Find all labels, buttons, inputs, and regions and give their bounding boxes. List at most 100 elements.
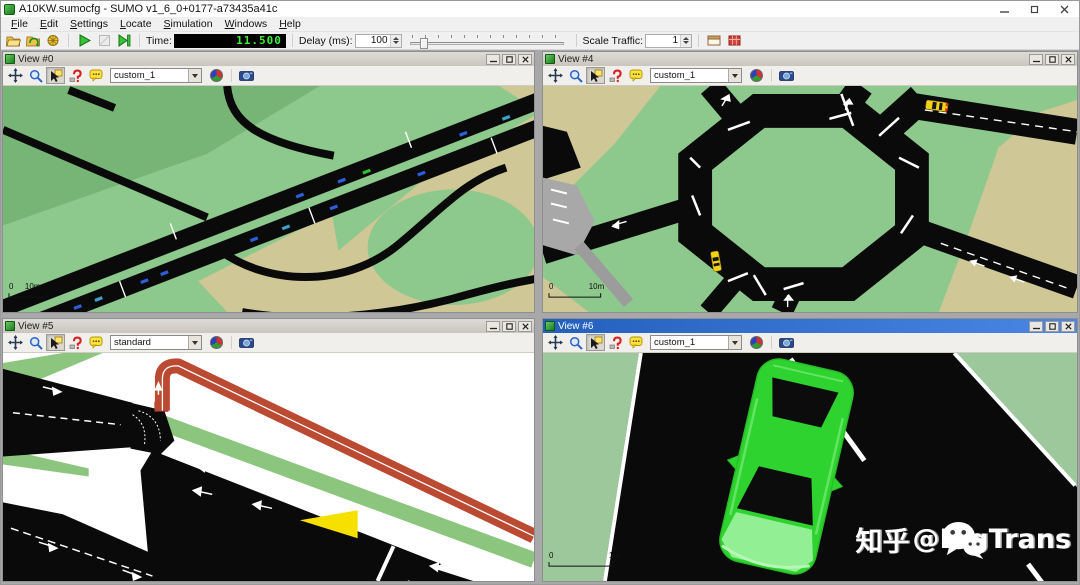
view-close-button[interactable] (1061, 54, 1075, 65)
select-pointer-icon[interactable] (46, 334, 65, 351)
snapshot-camera-icon[interactable] (237, 334, 256, 351)
toolbar-separator (68, 34, 69, 47)
view0-titlebar[interactable]: View #0 (3, 52, 534, 66)
scale-traffic-value: 1 (646, 35, 680, 47)
scheme-value: standard (111, 337, 188, 348)
recenter-view-icon[interactable] (6, 334, 25, 351)
chevron-down-icon[interactable] (728, 336, 741, 349)
step-icon[interactable] (115, 33, 133, 49)
menu-settings[interactable]: Settings (64, 18, 114, 30)
chevron-down-icon[interactable] (188, 336, 201, 349)
menu-bar: File Edit Settings Locate Simulation Win… (1, 17, 1079, 32)
view4-titlebar[interactable]: View #4 (543, 52, 1077, 66)
select-pointer-icon[interactable] (46, 67, 65, 84)
menu-windows[interactable]: Windows (219, 18, 274, 30)
zoom-icon[interactable] (566, 334, 585, 351)
color-scheme-wheel-icon[interactable] (747, 334, 766, 351)
spin-up-icon[interactable] (393, 37, 399, 40)
select-pointer-icon[interactable] (586, 67, 605, 84)
view-close-button[interactable] (518, 321, 532, 332)
view-minimize-button[interactable] (486, 54, 500, 65)
view-maximize-button[interactable] (1045, 54, 1059, 65)
snapshot-camera-icon[interactable] (777, 334, 796, 351)
open-network-icon[interactable] (44, 33, 62, 49)
zoom-icon[interactable] (566, 67, 585, 84)
menu-help[interactable]: Help (273, 18, 307, 30)
view-maximize-button[interactable] (502, 54, 516, 65)
menu-locate[interactable]: Locate (114, 18, 158, 30)
roundabout-scene: 0 10m (543, 86, 1077, 312)
close-views-icon[interactable] (725, 33, 743, 49)
locate-icon[interactable] (66, 334, 85, 351)
scale-spin-buttons[interactable] (680, 35, 691, 47)
spin-down-icon[interactable] (683, 41, 689, 44)
recenter-view-icon[interactable] (546, 67, 565, 84)
menu-simulation[interactable]: Simulation (158, 18, 219, 30)
view5-titlebar[interactable]: View #5 (3, 319, 534, 333)
view-close-button[interactable] (518, 54, 532, 65)
tooltip-icon[interactable] (626, 67, 645, 84)
select-pointer-icon[interactable] (586, 334, 605, 351)
tooltip-icon[interactable] (626, 334, 645, 351)
view-window-6: View #6 custom_1 (542, 318, 1078, 582)
view-minimize-button[interactable] (1029, 54, 1043, 65)
view6-titlebar[interactable]: View #6 (543, 319, 1077, 333)
tooltip-icon[interactable] (86, 67, 105, 84)
svg-text:10m: 10m (589, 282, 605, 291)
recenter-view-icon[interactable] (6, 67, 25, 84)
stop-icon[interactable] (95, 33, 113, 49)
scale-traffic-spinbox[interactable]: 1 (645, 34, 692, 48)
color-scheme-wheel-icon[interactable] (207, 67, 226, 84)
chevron-down-icon[interactable] (188, 69, 201, 82)
view0-canvas[interactable]: 0 10m (3, 86, 534, 312)
locate-icon[interactable] (606, 67, 625, 84)
slider-thumb[interactable] (420, 38, 428, 49)
snapshot-camera-icon[interactable] (777, 67, 796, 84)
slider-groove (410, 42, 564, 45)
scheme-select[interactable]: custom_1 (650, 68, 742, 83)
view-minimize-button[interactable] (486, 321, 500, 332)
view4-title: View #4 (558, 54, 593, 65)
snapshot-camera-icon[interactable] (237, 67, 256, 84)
view6-title: View #6 (558, 321, 593, 332)
svg-text:10m: 10m (25, 282, 41, 291)
locate-icon[interactable] (66, 67, 85, 84)
recenter-view-icon[interactable] (546, 334, 565, 351)
zoom-icon[interactable] (26, 67, 45, 84)
zoom-icon[interactable] (26, 334, 45, 351)
run-icon[interactable] (75, 33, 93, 49)
delay-spin-buttons[interactable] (390, 35, 401, 47)
spin-down-icon[interactable] (393, 41, 399, 44)
delay-spinbox[interactable]: 100 (355, 34, 402, 48)
tooltip-icon[interactable] (86, 334, 105, 351)
color-scheme-wheel-icon[interactable] (207, 334, 226, 351)
scheme-select[interactable]: standard (110, 335, 202, 350)
view4-canvas[interactable]: 0 10m (543, 86, 1077, 312)
chevron-down-icon[interactable] (728, 69, 741, 82)
scheme-select[interactable]: custom_1 (650, 335, 742, 350)
scheme-value: custom_1 (111, 70, 188, 81)
window-titlebar[interactable]: A10KW.sumocfg - SUMO v1_6_0+0177-a73435a… (1, 1, 1079, 17)
minimize-button[interactable] (989, 1, 1019, 17)
restore-button[interactable] (1019, 1, 1049, 17)
new-view-icon[interactable] (705, 33, 723, 49)
menu-file[interactable]: File (5, 18, 34, 30)
scheme-select[interactable]: custom_1 (110, 68, 202, 83)
reload-network-icon[interactable] (24, 33, 42, 49)
time-display: 11.500 (174, 34, 286, 48)
delay-value: 100 (356, 35, 390, 47)
locate-icon[interactable] (606, 334, 625, 351)
view-close-button[interactable] (1061, 321, 1075, 332)
view-minimize-button[interactable] (1029, 321, 1043, 332)
view-app-icon (5, 54, 15, 64)
view-maximize-button[interactable] (502, 321, 516, 332)
delay-slider[interactable] (408, 34, 566, 48)
menu-edit[interactable]: Edit (34, 18, 64, 30)
close-button[interactable] (1049, 1, 1079, 17)
view5-canvas[interactable] (3, 353, 534, 581)
view-maximize-button[interactable] (1045, 321, 1059, 332)
open-config-icon[interactable] (4, 33, 22, 49)
color-scheme-wheel-icon[interactable] (747, 67, 766, 84)
spin-up-icon[interactable] (683, 37, 689, 40)
view6-canvas[interactable]: 0 1m 知乎 (543, 353, 1077, 581)
